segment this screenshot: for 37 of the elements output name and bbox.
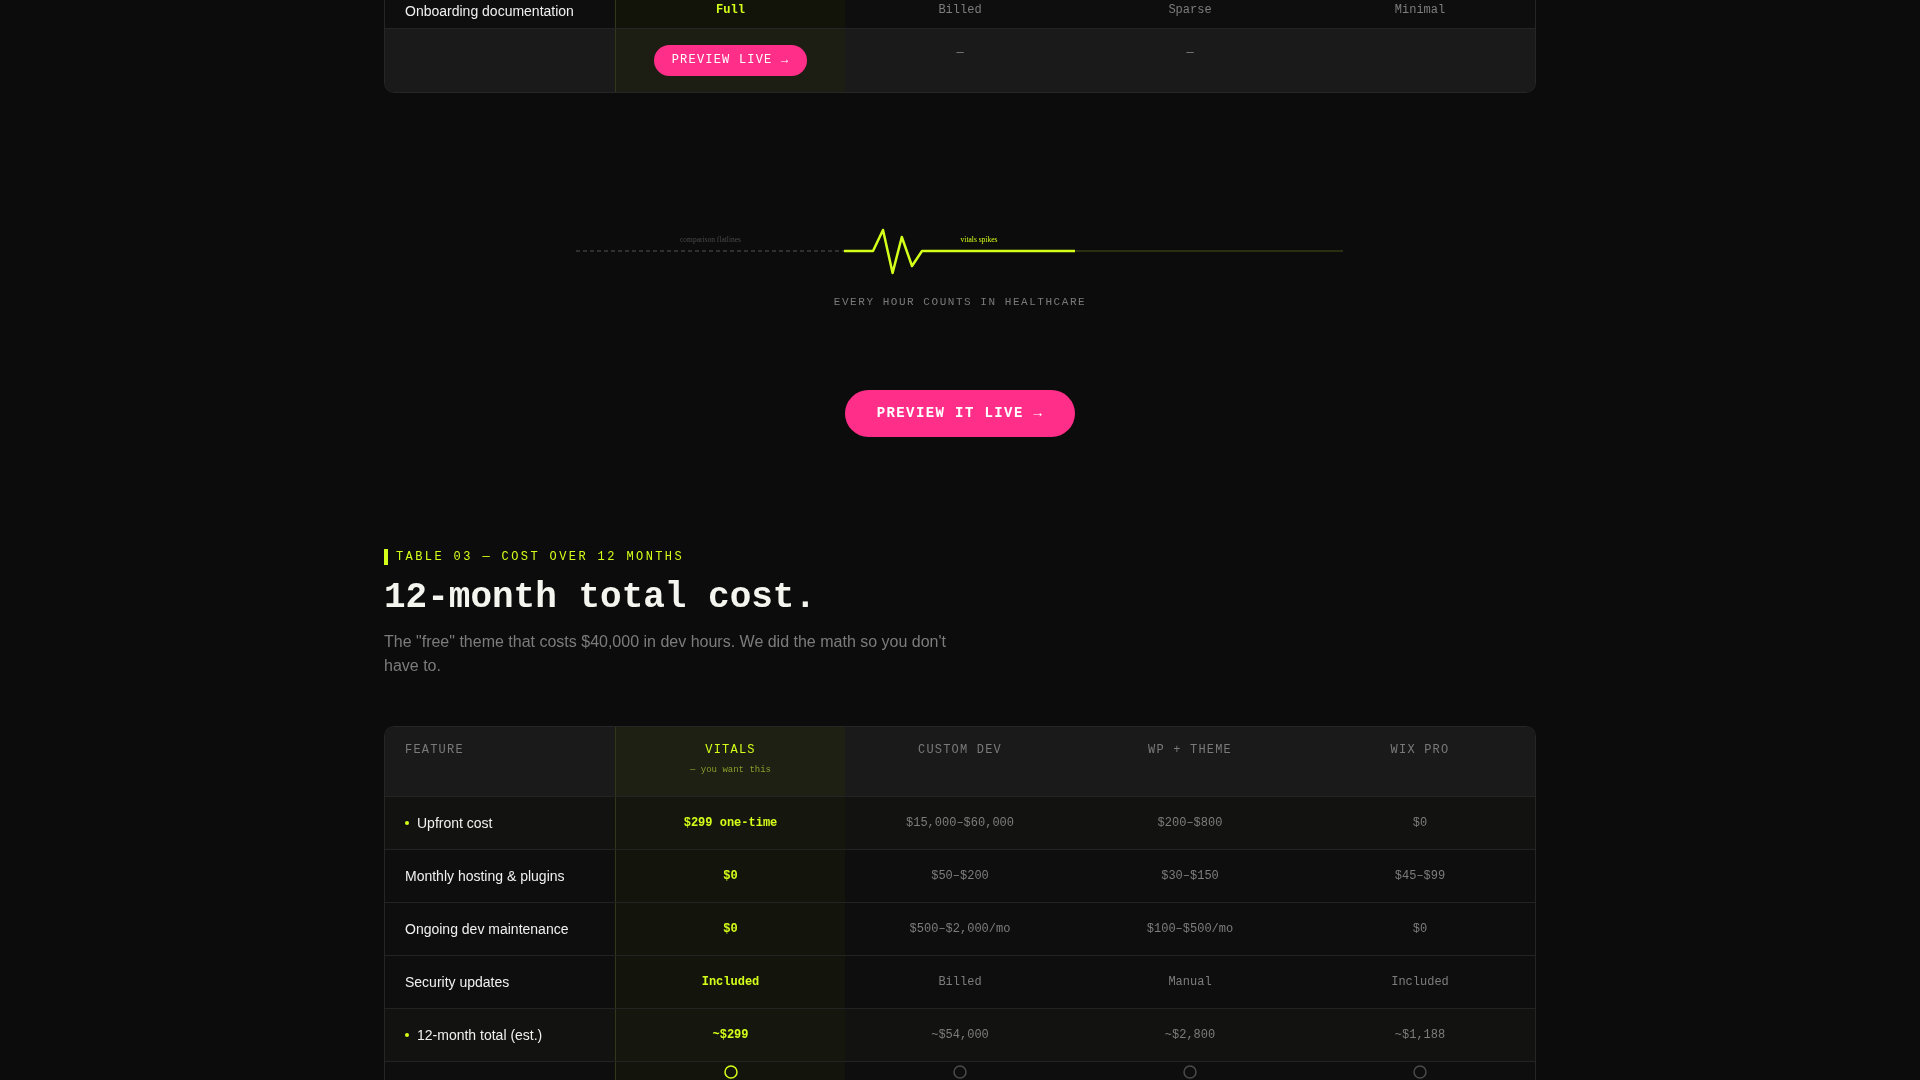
ring-icon: [1183, 1065, 1197, 1079]
table-cell: —: [1075, 29, 1305, 92]
table-cell: $0: [615, 903, 845, 955]
section-title: 12-month total cost.: [384, 576, 817, 620]
table-cell: —: [845, 29, 1075, 92]
bullet-icon: [405, 1033, 409, 1037]
table-cell: $200–$800: [1075, 797, 1305, 849]
table-cell: ~$1,188: [1305, 1009, 1535, 1061]
table-cell: $0: [615, 850, 845, 902]
row-label: Monthly hosting & plugins: [405, 867, 565, 885]
table-cell: $15,000–$60,000: [845, 797, 1075, 849]
table-cell: Full: [615, 0, 845, 28]
table-cell: Included: [615, 956, 845, 1008]
ring-icon: [723, 1065, 738, 1079]
table-cell: ~$2,800: [1075, 1009, 1305, 1061]
column-title: WP + THEME: [1148, 742, 1232, 758]
row-label: 12-month total (est.): [417, 1026, 543, 1044]
column-note: — you want this: [690, 764, 771, 776]
row-label: Ongoing dev maintenance: [405, 920, 569, 938]
table-cell: $0: [1305, 797, 1535, 849]
section-eyebrow: TABLE 03 — COST OVER 12 MONTHS: [384, 549, 685, 565]
table-cell: ~$54,000: [845, 1009, 1075, 1061]
bullet-icon: [405, 821, 409, 825]
ring-icon: [1413, 1065, 1427, 1079]
table-cell: $299 one-time: [615, 797, 845, 849]
preview-button[interactable]: PREVIEW LIVE →: [653, 45, 808, 76]
table-cell: ~$299: [615, 1009, 845, 1061]
column-title: WIX PRO: [1390, 742, 1450, 758]
column-title: CUSTOM DEV: [918, 742, 1002, 758]
caption: EVERY HOUR COUNTS IN HEALTHCARE: [833, 295, 1087, 310]
section-description: The "free" theme that costs $40,000 in dev hours. We did the math so you don't have to.: [384, 632, 947, 676]
column-title: FEATURE: [405, 742, 464, 758]
ring-icon: [953, 1065, 967, 1079]
preview-button[interactable]: PREVIEW IT LIVE →: [844, 390, 1076, 437]
row-label: Security updates: [405, 973, 510, 991]
row-label: Upfront cost: [417, 814, 493, 832]
column-title: VITALS: [705, 742, 756, 758]
